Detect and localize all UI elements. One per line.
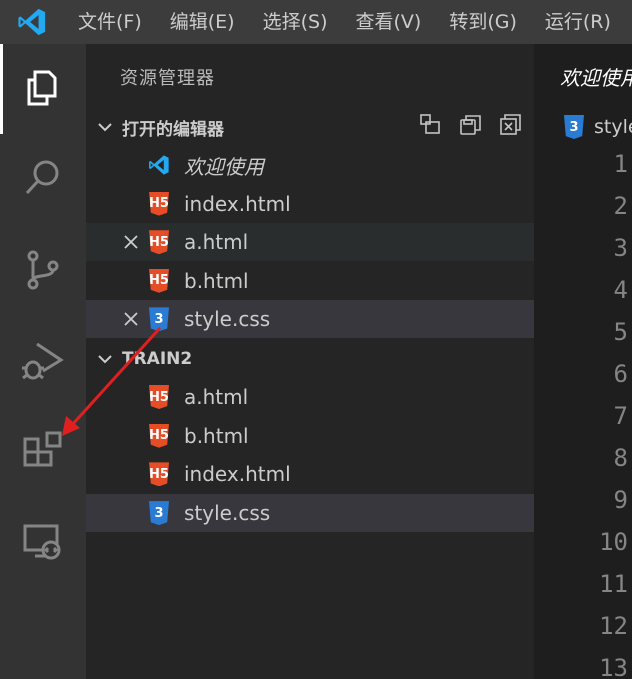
file-name: index.html: [184, 462, 291, 487]
activity-bar: [0, 44, 86, 679]
html5-file-icon: H5: [148, 423, 170, 449]
open-editor-item[interactable]: H5 a.html: [86, 223, 534, 262]
workspace-label: TRAIN2: [122, 349, 193, 369]
file-name: style.css: [184, 501, 271, 526]
remote-explorer-icon[interactable]: [0, 498, 86, 586]
html5-badge: H5: [149, 230, 169, 255]
menu-bar: 文件(F) 编辑(E) 选择(S) 查看(V) 转到(G) 运行(R): [0, 0, 632, 44]
chevron-down-icon: [88, 118, 122, 136]
line-number: 8: [613, 444, 628, 472]
html5-badge: H5: [149, 462, 169, 487]
extensions-icon[interactable]: [0, 408, 86, 496]
css3-file-icon: 3: [148, 500, 170, 526]
close-icon[interactable]: [121, 232, 141, 252]
css-file-icon: 3: [564, 115, 584, 139]
line-number: 3: [613, 234, 628, 262]
line-number: 5: [613, 318, 628, 346]
html5-file-icon: H5: [148, 191, 170, 217]
line-number: 11: [599, 570, 628, 598]
css3-badge: 3: [149, 307, 169, 332]
menu-item[interactable]: 文件(F): [64, 0, 156, 44]
line-number: 1: [613, 150, 628, 178]
line-number: 10: [599, 528, 628, 556]
source-control-icon[interactable]: [0, 226, 86, 314]
breadcrumb-file: style.css: [594, 116, 632, 138]
workspace-file-item[interactable]: H5 index.html: [86, 455, 534, 493]
line-number: 4: [613, 276, 628, 304]
file-name: style.css: [184, 307, 271, 332]
html5-file-icon: H5: [148, 384, 170, 410]
tab-label: 欢迎使用: [560, 65, 632, 90]
open-editor-item[interactable]: H5 index.html: [86, 185, 534, 223]
open-editors-label: 打开的编辑器: [122, 119, 224, 140]
line-number: 6: [613, 360, 628, 388]
open-editor-item[interactable]: H5 b.html: [86, 262, 534, 300]
workspace-file-item[interactable]: 3 style.css: [86, 494, 534, 533]
file-name: b.html: [184, 268, 249, 293]
workspace-file-item[interactable]: H5 b.html: [86, 417, 534, 455]
open-editors-header[interactable]: 打开的编辑器: [86, 108, 534, 146]
line-number: 9: [613, 486, 628, 514]
html5-badge: H5: [149, 191, 169, 216]
menu-item[interactable]: 查看(V): [342, 0, 436, 44]
line-number: 12: [599, 612, 628, 640]
file-name: index.html: [184, 191, 291, 216]
html5-badge: H5: [149, 268, 169, 293]
file-name: b.html: [184, 423, 249, 448]
explorer-sidebar: 资源管理器 打开的编辑器 欢迎使用 H5 index.html H5 a.html H5 b…: [86, 44, 534, 679]
run-debug-icon[interactable]: [0, 316, 86, 404]
file-name: a.html: [184, 385, 249, 409]
explorer-title: 资源管理器: [120, 68, 215, 89]
html5-badge: H5: [149, 385, 169, 409]
open-editor-item[interactable]: 欢迎使用: [86, 146, 534, 184]
html5-file-icon: H5: [148, 268, 170, 294]
css3-file-icon: 3: [148, 306, 170, 332]
save-all-icon[interactable]: [458, 112, 484, 143]
new-untitled-file-icon[interactable]: [418, 112, 444, 143]
vscode-icon: [148, 152, 170, 178]
chevron-down-icon: [88, 350, 122, 368]
line-number: 7: [613, 402, 628, 430]
close-all-editors-icon[interactable]: [498, 112, 524, 143]
editor-area: 欢迎使用 3 style.css 12345678910111213: [534, 44, 632, 679]
file-name: a.html: [184, 230, 249, 255]
tab-bar: 欢迎使用: [534, 44, 632, 108]
line-number: 2: [613, 192, 628, 220]
explorer-icon[interactable]: [0, 44, 86, 132]
close-icon[interactable]: [121, 309, 141, 329]
file-name: 欢迎使用: [184, 154, 264, 179]
menu-item[interactable]: 运行(R): [531, 0, 625, 44]
vscode-logo-icon[interactable]: [0, 0, 64, 44]
html5-badge: H5: [149, 423, 169, 448]
tab-welcome[interactable]: 欢迎使用: [534, 44, 632, 108]
html5-file-icon: H5: [148, 461, 170, 487]
search-icon[interactable]: [0, 134, 86, 222]
workspace-header[interactable]: TRAIN2: [86, 340, 534, 378]
open-editor-item[interactable]: 3 style.css: [86, 300, 534, 339]
html5-file-icon: H5: [148, 229, 170, 255]
line-number: 13: [599, 654, 628, 679]
workspace-file-item[interactable]: H5 a.html: [86, 378, 534, 416]
menu-item[interactable]: 转到(G): [435, 0, 531, 44]
breadcrumb[interactable]: 3 style.css: [534, 108, 632, 146]
css3-badge: 3: [149, 501, 169, 526]
menu-item[interactable]: 选择(S): [249, 0, 342, 44]
menu-item[interactable]: 编辑(E): [156, 0, 249, 44]
